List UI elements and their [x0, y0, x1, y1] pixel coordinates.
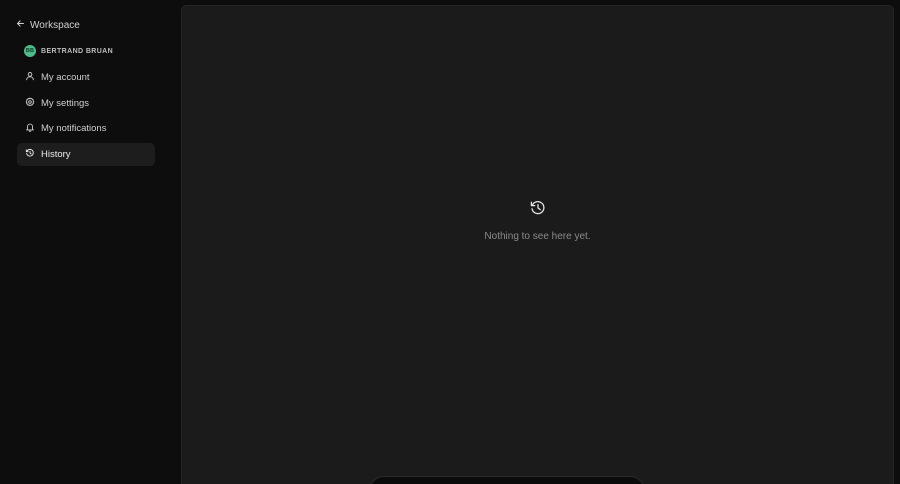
- user-name: BERTRAND BRUAN: [41, 47, 114, 55]
- sidebar-item-label: My account: [41, 72, 90, 83]
- arrow-left-icon: [16, 19, 25, 31]
- avatar-initials: BB: [25, 48, 35, 54]
- sidebar-item-my-notifications[interactable]: My notifications: [17, 117, 155, 140]
- back-link-label: Workspace: [30, 19, 80, 31]
- user-profile: BB BERTRAND BRUAN: [24, 44, 113, 58]
- empty-state: Nothing to see here yet.: [182, 199, 893, 242]
- history-icon: [25, 148, 35, 161]
- settings-nav: My account My settings My notifications …: [17, 66, 155, 168]
- empty-state-message: Nothing to see here yet.: [484, 231, 591, 242]
- bell-icon: [25, 122, 35, 135]
- sidebar: Workspace BB BERTRAND BRUAN My account M…: [0, 0, 172, 484]
- sidebar-item-my-account[interactable]: My account: [17, 66, 155, 89]
- avatar: BB: [24, 45, 36, 57]
- sidebar-item-history[interactable]: History: [17, 142, 155, 166]
- sidebar-item-my-settings[interactable]: My settings: [17, 92, 155, 115]
- sidebar-item-label: My notifications: [41, 123, 107, 135]
- app-window: Workspace BB BERTRAND BRUAN My account M…: [0, 0, 900, 484]
- bottom-floating-bar[interactable]: [369, 476, 645, 484]
- back-to-workspace-link[interactable]: Workspace: [16, 16, 80, 34]
- gear-icon: [25, 97, 35, 110]
- history-icon: [529, 199, 547, 222]
- sidebar-item-label: My settings: [41, 97, 90, 109]
- sidebar-item-label: History: [41, 148, 71, 160]
- user-icon: [25, 71, 35, 84]
- history-panel: Nothing to see here yet.: [181, 5, 894, 484]
